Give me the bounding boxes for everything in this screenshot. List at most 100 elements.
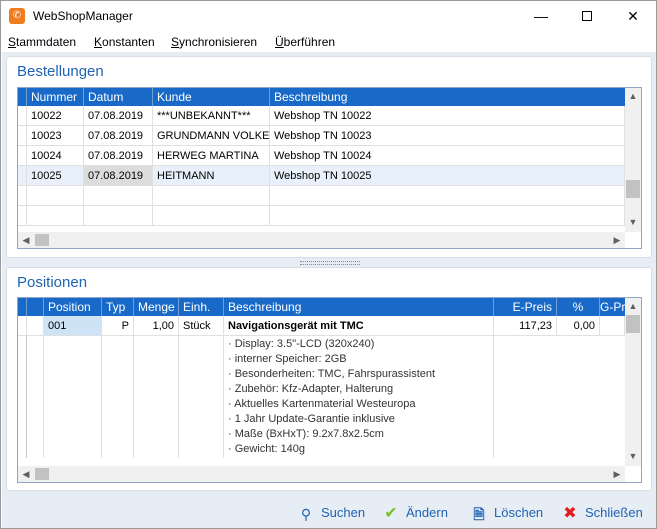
orders-horizontal-scrollbar[interactable]: ◀ ▶ bbox=[18, 232, 625, 248]
menu-bar: Stammdaten Konstanten Synchronisieren Üb… bbox=[1, 32, 656, 52]
orders-col-kunde[interactable]: Kunde bbox=[153, 88, 270, 106]
positions-col-rabatt[interactable]: % bbox=[557, 298, 600, 316]
positions-col-gpreis[interactable]: G-Preis bbox=[600, 298, 625, 316]
menu-synchronisieren[interactable]: Synchronisieren bbox=[171, 35, 257, 49]
order-kunde: GRUNDMANN VOLKER bbox=[153, 126, 270, 146]
edit-button[interactable]: ✔ Ändern bbox=[382, 503, 448, 523]
row-indicator bbox=[18, 186, 27, 206]
scroll-right-icon[interactable]: ▶ bbox=[609, 466, 625, 482]
column-divider bbox=[223, 336, 224, 458]
delete-button[interactable]: 🗎 Löschen bbox=[470, 503, 543, 523]
content-area: Bestellungen Nummer Datum Kunde Beschrei… bbox=[2, 52, 656, 528]
edit-label: Ändern bbox=[406, 505, 448, 520]
order-datum: 07.08.2019 bbox=[84, 166, 153, 186]
table-row[interactable]: 001 P 1,00 Stück Navigationsgerät mit TM… bbox=[18, 316, 625, 336]
scroll-thumb[interactable] bbox=[35, 468, 49, 480]
table-row-empty bbox=[18, 206, 625, 226]
order-beschreibung: Webshop TN 10022 bbox=[270, 106, 625, 126]
positions-horizontal-scrollbar[interactable]: ◀ ▶ bbox=[18, 466, 625, 482]
positions-col-menge[interactable]: Menge bbox=[134, 298, 179, 316]
menu-ueberfuehren[interactable]: Überführen bbox=[275, 35, 335, 49]
row-indicator bbox=[18, 126, 27, 146]
detail-line: · Display: 3.5"-LCD (320x240) bbox=[228, 338, 375, 350]
scroll-right-icon[interactable]: ▶ bbox=[609, 232, 625, 248]
orders-header-indicator bbox=[18, 88, 27, 106]
menu-konstanten[interactable]: Konstanten bbox=[94, 35, 155, 49]
column-divider bbox=[133, 336, 134, 458]
order-datum: 07.08.2019 bbox=[84, 146, 153, 166]
table-row-selected[interactable]: 10025 07.08.2019 HEITMANN Webshop TN 100… bbox=[18, 166, 625, 186]
empty-cell bbox=[84, 206, 153, 226]
scroll-thumb[interactable] bbox=[626, 315, 640, 333]
orders-vertical-scrollbar[interactable]: ▲ ▼ bbox=[625, 88, 641, 232]
search-button[interactable]: ⚲ Suchen bbox=[297, 503, 365, 523]
column-divider bbox=[493, 336, 494, 458]
orders-title: Bestellungen bbox=[17, 63, 104, 80]
window-title: WebShopManager bbox=[33, 9, 133, 23]
detail-line: · Zubehör: Kfz-Adapter, Halterung bbox=[228, 383, 394, 395]
column-divider bbox=[43, 336, 44, 458]
position-number[interactable]: 001 bbox=[44, 316, 102, 336]
app-window: ✆ WebShopManager — ✕ Stammdaten Konstant… bbox=[0, 0, 657, 529]
checkmark-icon: ✔ bbox=[384, 504, 398, 522]
orders-col-nummer[interactable]: Nummer bbox=[27, 88, 84, 106]
positions-col-beschreibung[interactable]: Beschreibung bbox=[224, 298, 494, 316]
scroll-left-icon[interactable]: ◀ bbox=[18, 232, 34, 248]
orders-grid: Nummer Datum Kunde Beschreibung 10022 07… bbox=[17, 87, 642, 249]
table-row[interactable]: 10023 07.08.2019 GRUNDMANN VOLKER Websho… bbox=[18, 126, 625, 146]
order-nummer: 10025 bbox=[27, 166, 84, 186]
empty-cell bbox=[153, 206, 270, 226]
detail-line: · 1 Jahr Update-Garantie inklusive bbox=[228, 413, 395, 425]
scroll-up-icon[interactable]: ▲ bbox=[625, 88, 641, 104]
order-kunde: ***UNBEKANNT*** bbox=[153, 106, 270, 126]
order-datum: 07.08.2019 bbox=[84, 106, 153, 126]
positions-col-epreis[interactable]: E-Preis bbox=[494, 298, 557, 316]
scroll-left-icon[interactable]: ◀ bbox=[18, 466, 34, 482]
order-beschreibung: Webshop TN 10024 bbox=[270, 146, 625, 166]
panel-splitter[interactable] bbox=[300, 261, 360, 265]
empty-cell bbox=[153, 186, 270, 206]
positions-header-indicator bbox=[18, 298, 27, 316]
webshop-logo-icon: ✆ bbox=[9, 8, 25, 24]
order-datum: 07.08.2019 bbox=[84, 126, 153, 146]
scroll-thumb[interactable] bbox=[626, 180, 640, 198]
maximize-button[interactable] bbox=[564, 1, 610, 31]
close-button[interactable]: ✖ Schließen bbox=[561, 503, 643, 523]
empty-cell bbox=[27, 186, 84, 206]
minimize-button[interactable]: — bbox=[518, 1, 564, 31]
close-label: Schließen bbox=[585, 505, 643, 520]
detail-line: · Aktuelles Kartenmaterial Westeuropa bbox=[228, 398, 416, 410]
scroll-up-icon[interactable]: ▲ bbox=[625, 298, 641, 314]
column-divider bbox=[178, 336, 179, 458]
scroll-thumb[interactable] bbox=[35, 234, 49, 246]
positions-header-spacer bbox=[27, 298, 44, 316]
orders-grid-header: Nummer Datum Kunde Beschreibung bbox=[18, 88, 625, 106]
table-row[interactable]: 10024 07.08.2019 HERWEG MARTINA Webshop … bbox=[18, 146, 625, 166]
orders-col-beschreibung[interactable]: Beschreibung bbox=[270, 88, 625, 106]
position-typ: P bbox=[102, 316, 134, 336]
order-nummer: 10024 bbox=[27, 146, 84, 166]
row-indicator bbox=[18, 336, 27, 458]
empty-cell bbox=[270, 206, 625, 226]
close-window-button[interactable]: ✕ bbox=[610, 1, 656, 31]
order-beschreibung: Webshop TN 10023 bbox=[270, 126, 625, 146]
empty-cell bbox=[270, 186, 625, 206]
menu-stammdaten[interactable]: Stammdaten bbox=[8, 35, 76, 49]
scroll-down-icon[interactable]: ▼ bbox=[625, 214, 641, 230]
positions-col-position[interactable]: Position bbox=[44, 298, 102, 316]
maximize-icon bbox=[582, 11, 592, 22]
scroll-down-icon[interactable]: ▼ bbox=[625, 448, 641, 464]
positions-title: Positionen bbox=[17, 274, 88, 291]
table-row[interactable]: 10022 07.08.2019 ***UNBEKANNT*** Webshop… bbox=[18, 106, 625, 126]
positions-col-typ[interactable]: Typ bbox=[102, 298, 134, 316]
positions-col-einheit[interactable]: Einh. bbox=[179, 298, 224, 316]
detail-line: · Maße (BxHxT): 9.2x7.8x2.5cm bbox=[228, 428, 384, 440]
empty-cell bbox=[27, 206, 84, 226]
position-menge: 1,00 bbox=[134, 316, 179, 336]
positions-grid-header: Position Typ Menge Einh. Beschreibung E-… bbox=[18, 298, 625, 316]
orders-col-datum[interactable]: Datum bbox=[84, 88, 153, 106]
close-x-icon: ✖ bbox=[563, 504, 577, 522]
positions-vertical-scrollbar[interactable]: ▲ ▼ bbox=[625, 298, 641, 466]
position-gpreis bbox=[600, 316, 625, 336]
search-icon: ⚲ bbox=[300, 505, 312, 522]
